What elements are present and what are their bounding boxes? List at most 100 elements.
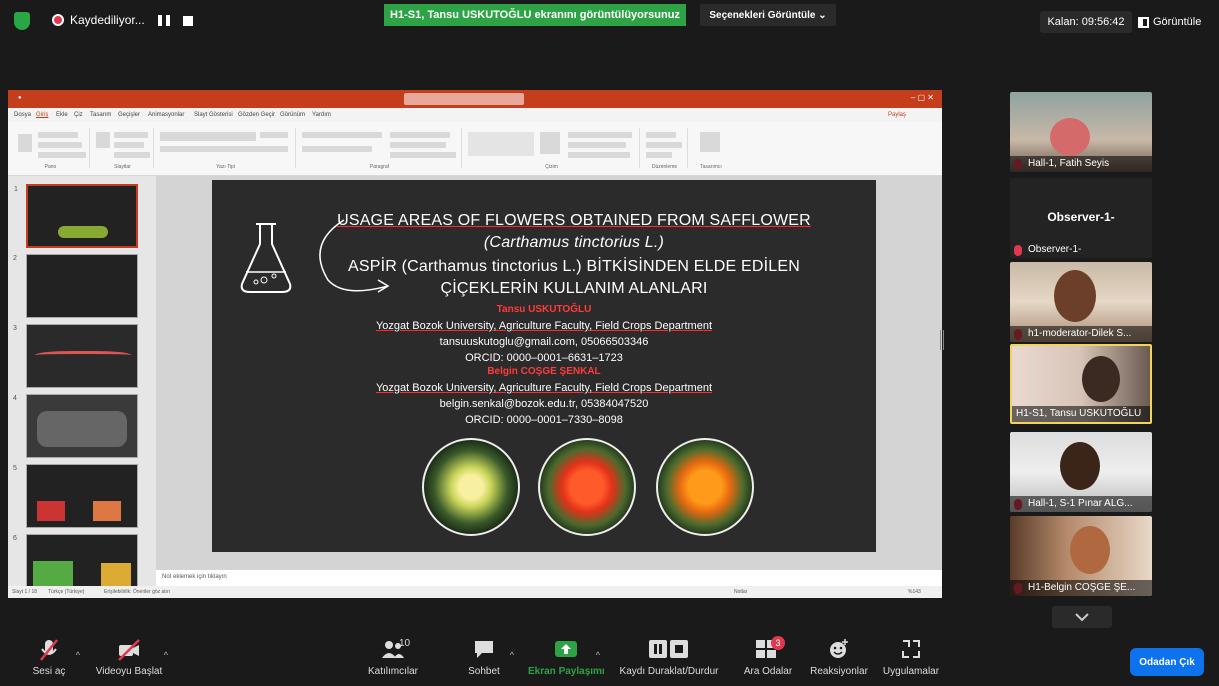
slide-thumbnail[interactable]: 2 xyxy=(13,254,138,318)
ribbon-group-duzenleme: Düzenleme xyxy=(642,128,688,170)
share-options-caret[interactable]: ^ xyxy=(596,650,600,660)
notes-field[interactable]: Not eklemek için tıklayın xyxy=(156,570,942,586)
menu-dosya[interactable]: Dosya xyxy=(14,112,31,118)
stop-recording-icon[interactable] xyxy=(183,16,193,26)
recording-status: Kaydediliyor... xyxy=(70,13,145,27)
author1-orcid: ORCID: 0000–0001–6631–1723 xyxy=(465,352,623,364)
author2-contact: belgin.senkal@bozok.edu.tr, 05384047520 xyxy=(439,398,649,410)
panel-resize-handle[interactable] xyxy=(940,330,944,350)
participant-tile[interactable]: Hall-1, S-1 Pınar ALG... xyxy=(1010,432,1152,512)
current-slide[interactable]: USAGE AREAS OF FLOWERS OBTAINED FROM SAF… xyxy=(212,180,876,552)
breakout-rooms-icon: 3 xyxy=(755,636,785,664)
share-button[interactable]: Paylaş xyxy=(888,112,906,118)
view-button[interactable]: Görüntüle xyxy=(1138,11,1201,33)
participant-tile[interactable]: Hall-1, Fatih Seyis xyxy=(1010,92,1152,172)
accessibility-status[interactable]: Erişilebilirlik: Öneriler göz atın xyxy=(104,589,170,595)
menu-ekle[interactable]: Ekle xyxy=(56,112,68,118)
group-label-tasarimci: Tasarımcı xyxy=(700,164,722,170)
participant-name: Hall-1, S-1 Pınar ALG... xyxy=(1010,496,1152,512)
share-screen-button[interactable]: Ekran Paylaşımı ^ xyxy=(528,638,605,677)
powerpoint-search-box[interactable] xyxy=(404,93,524,105)
more-participants-button[interactable] xyxy=(1052,606,1112,628)
author2-orcid: ORCID: 0000–0001–7330–8098 xyxy=(465,414,623,426)
mute-options-caret[interactable]: ^ xyxy=(76,650,80,660)
security-shield-icon[interactable] xyxy=(14,12,30,30)
author2-affiliation: Yozgat Bozok University, Agriculture Fac… xyxy=(375,382,713,394)
participants-button[interactable]: 10 Katılımcılar xyxy=(360,638,426,677)
author1-contact: tansuuskutoglu@gmail.com, 05066503346 xyxy=(439,336,649,348)
menu-yardim[interactable]: Yardım xyxy=(312,112,331,118)
breakout-rooms-button[interactable]: 3 Ara Odalar xyxy=(738,636,798,677)
share-screen-icon xyxy=(554,638,578,664)
chat-button[interactable]: Sohbet ^ xyxy=(464,638,514,677)
ribbon-group-yazi-tipi: Yazı Tipi xyxy=(156,128,296,170)
slide-latin-name: (Carthamus tinctorius L.) xyxy=(483,234,665,251)
menu-gecisler[interactable]: Geçişler xyxy=(118,112,140,118)
slide-counter: Slayt 1 / 18 xyxy=(12,589,38,595)
powerpoint-menu-bar: Dosya Giriş Ekle Çiz Tasarım Geçişler An… xyxy=(8,108,942,122)
menu-animasyonlar[interactable]: Animasyonlar xyxy=(148,112,184,118)
recording-dot-icon xyxy=(52,14,64,26)
participant-name: h1-moderator-Dilek S... xyxy=(1010,326,1152,342)
participant-tile-active-speaker[interactable]: H1-S1, Tansu USKUTOĞLU xyxy=(1010,344,1152,424)
slide-thumbnail[interactable]: 5 xyxy=(13,464,138,528)
participant-tile[interactable]: H1-Belgin COŞGE ŞE... xyxy=(1010,516,1152,596)
slide-title-turkish-line2: ÇİÇEKLERİN KULLANIM ALANLARI xyxy=(440,280,708,297)
group-label-slaytlar: Slaytlar xyxy=(114,164,131,170)
start-video-button[interactable]: Videoyu Başlat ^ xyxy=(92,638,168,677)
participants-icon: 10 xyxy=(373,638,413,664)
participant-name: Hall-1, Fatih Seyis xyxy=(1010,156,1152,172)
chat-options-caret[interactable]: ^ xyxy=(510,650,514,660)
meeting-top-bar: Kaydediliyor... H1-S1, Tansu USKUTOĞLU e… xyxy=(0,0,1219,44)
participant-display-name: Observer-1- xyxy=(1047,210,1115,224)
slide-thumbnail[interactable]: 4 xyxy=(13,394,138,458)
powerpoint-title-bar: ● – ▢ ✕ xyxy=(8,90,942,108)
notes-toggle[interactable]: Notlar xyxy=(734,589,747,595)
reaction-emoji-icon xyxy=(828,638,850,664)
author1-affiliation: Yozgat Bozok University, Agriculture Fac… xyxy=(375,320,713,332)
reactions-button[interactable]: Reaksiyonlar xyxy=(806,638,872,677)
powerpoint-status-bar: Slayt 1 / 18 Türkçe (Türkiye) Erişilebil… xyxy=(8,586,942,598)
menu-gozden-gecir[interactable]: Gözden Geçir xyxy=(238,112,275,118)
slide-thumbnail-pane: 1 2 3 4 5 6 xyxy=(8,176,156,598)
menu-ciz[interactable]: Çiz xyxy=(74,112,83,118)
video-options-caret[interactable]: ^ xyxy=(164,650,168,660)
participant-tile[interactable]: Observer-1- Observer-1- xyxy=(1010,178,1152,258)
muted-mic-icon xyxy=(39,638,59,664)
group-label-pano: Pano xyxy=(44,164,57,170)
view-label: Görüntüle xyxy=(1153,16,1202,28)
participants-count: 10 xyxy=(399,638,411,649)
viewing-share-banner: H1-S1, Tansu USKUTOĞLU ekranını görüntül… xyxy=(384,4,686,26)
participant-name: H1-Belgin COŞGE ŞE... xyxy=(1010,580,1152,596)
breakout-rooms-badge: 3 xyxy=(771,636,785,650)
group-label-paragraf: Paragraf xyxy=(369,164,390,170)
leave-room-button[interactable]: Odadan Çık xyxy=(1130,648,1204,676)
pause-recording-icon[interactable] xyxy=(158,15,170,26)
author2-name: Belgin COŞGE ŞENKAL xyxy=(487,366,601,377)
video-off-icon xyxy=(117,638,141,664)
menu-giris[interactable]: Giriş xyxy=(36,112,48,118)
menu-gorunum[interactable]: Görünüm xyxy=(280,112,305,118)
group-label-duzenleme: Düzenleme xyxy=(651,164,678,170)
ribbon-group-slaytlar: Slaytlar xyxy=(92,128,154,170)
participant-name: Observer-1- xyxy=(1028,244,1082,255)
pause-stop-recording-button[interactable]: Kaydı Duraklat/Durdur xyxy=(614,638,724,677)
slide-thumbnail[interactable]: 3 xyxy=(13,324,138,388)
apps-icon xyxy=(900,638,922,664)
group-label-cizim: Çizim xyxy=(545,164,558,170)
menu-slayt-gosterisi[interactable]: Slayt Gösterisi xyxy=(194,112,233,118)
remaining-time: Kalan: 09:56:42 xyxy=(1040,11,1132,33)
author1-name: Tansu USKUTOĞLU xyxy=(496,304,592,315)
slide-thumbnail[interactable]: 1 xyxy=(14,184,138,248)
view-options-button[interactable]: Seçenekleri Görüntüle ⌄ xyxy=(700,4,836,26)
window-controls-icon[interactable]: – ▢ ✕ xyxy=(911,93,934,102)
ribbon-group-cizim: Çizim xyxy=(464,128,640,170)
view-layout-icon xyxy=(1138,16,1149,28)
apps-button[interactable]: Uygulamalar xyxy=(878,638,944,677)
participant-tile[interactable]: h1-moderator-Dilek S... xyxy=(1010,262,1152,342)
slide-title-english: USAGE AREAS OF FLOWERS OBTAINED FROM SAF… xyxy=(337,212,811,229)
mute-button[interactable]: Sesi aç ^ xyxy=(22,638,80,677)
menu-tasarim[interactable]: Tasarım xyxy=(90,112,111,118)
flower-image-red xyxy=(538,438,636,536)
zoom-level[interactable]: %143 xyxy=(908,589,921,595)
